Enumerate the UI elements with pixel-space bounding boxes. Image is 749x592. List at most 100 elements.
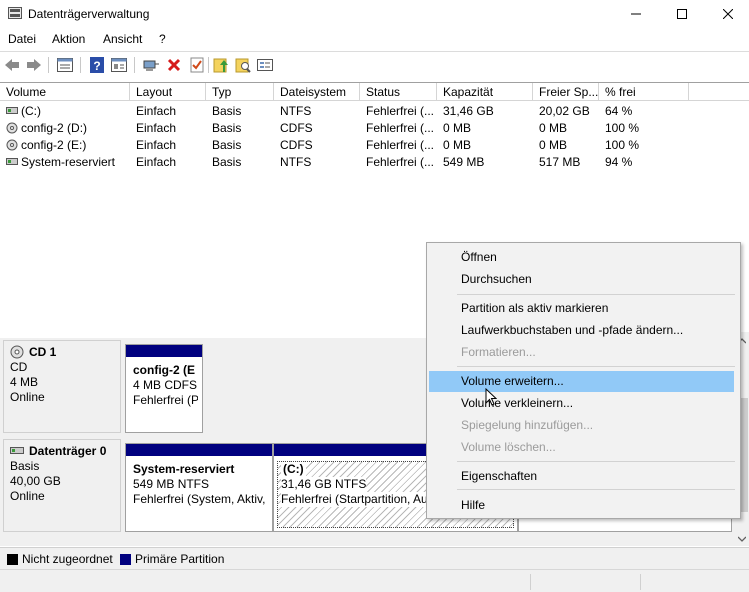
volume-type: Basis [212, 121, 242, 135]
properties-button[interactable] [110, 56, 128, 74]
cd-drive-icon [6, 139, 18, 151]
menu-item-explore[interactable]: Durchsuchen [429, 269, 734, 290]
column-header-free-space[interactable]: Freier Sp... [533, 83, 599, 101]
forward-button[interactable] [25, 56, 43, 74]
partition-detail: 4 MB CDFS [133, 378, 198, 392]
volume-status: Fehlerfrei (... [366, 121, 435, 135]
column-header-type[interactable]: Typ [206, 83, 274, 101]
volume-layout: Einfach [136, 155, 177, 169]
mouse-cursor-icon [485, 388, 497, 406]
delete-button[interactable] [165, 56, 183, 74]
menu-bar: Datei Aktion Ansicht ? [0, 30, 749, 50]
volume-percent-free: 94 % [605, 155, 633, 169]
menu-item-open[interactable]: Öffnen [429, 247, 734, 268]
volume-name: config-2 (D:) [21, 121, 88, 135]
menu-item-change-drive-letter[interactable]: Laufwerkbuchstaben und -pfade ändern... [429, 320, 734, 341]
list-view-button[interactable] [56, 56, 74, 74]
disk-state: Online [10, 390, 45, 404]
volume-name: (C:) [21, 104, 41, 118]
table-row[interactable]: config-2 (E:) Einfach Basis CDFS Fehlerf… [0, 137, 749, 154]
settings-button[interactable] [256, 56, 274, 74]
menu-help[interactable]: ? [159, 32, 166, 46]
table-row[interactable]: System-reserviert Einfach Basis NTFS Feh… [0, 154, 749, 171]
toolbar-separator [48, 57, 49, 73]
column-header-volume[interactable]: Volume [0, 83, 130, 101]
legend-bar: Nicht zugeordnet Primäre Partition [0, 547, 749, 570]
menu-item-properties[interactable]: Eigenschaften [429, 466, 734, 487]
volume-layout: Einfach [136, 138, 177, 152]
partition-system-reserved[interactable]: System-reserviert 549 MB NTFS Fehlerfrei… [125, 443, 273, 532]
column-header-percent-free[interactable]: % frei [599, 83, 689, 101]
disk-type: Basis [10, 459, 40, 473]
column-header-capacity[interactable]: Kapazität [437, 83, 533, 101]
partition-status: Fehlerfrei (System, Aktiv, [133, 492, 266, 506]
volume-type: Basis [212, 104, 242, 118]
menu-datei[interactable]: Datei [8, 32, 36, 46]
close-icon [723, 9, 733, 19]
menu-item-format: Formatieren... [461, 345, 536, 359]
volume-free-space: 0 MB [539, 138, 568, 152]
partition-config2-e[interactable]: config-2 (E 4 MB CDFS Fehlerfrei (P [125, 344, 203, 433]
volume-free-space: 20,02 GB [539, 104, 590, 118]
list-view-icon [57, 58, 73, 72]
partition-status: Fehlerfrei (P [133, 393, 199, 407]
volume-capacity: 0 MB [443, 138, 472, 152]
volume-layout: Einfach [136, 104, 177, 118]
maximize-button[interactable] [659, 0, 705, 28]
minimize-icon [631, 13, 641, 15]
toolbar-separator [134, 57, 135, 73]
minimize-button[interactable] [613, 0, 659, 28]
table-row[interactable]: config-2 (D:) Einfach Basis CDFS Fehlerf… [0, 120, 749, 137]
disk-title: Datenträger 0 [10, 444, 120, 459]
volume-percent-free: 100 % [605, 121, 640, 135]
menu-item-shrink-volume[interactable]: Volume verkleinern... [429, 393, 734, 414]
help-button[interactable]: ? [88, 56, 106, 74]
hard-disk-icon [10, 447, 24, 454]
back-button[interactable] [3, 56, 21, 74]
volume-layout: Einfach [136, 121, 177, 135]
menu-item-extend-volume[interactable]: Volume erweitern... [429, 371, 734, 392]
volume-filesystem: CDFS [280, 138, 313, 152]
menu-separator [457, 366, 735, 367]
close-button[interactable] [705, 0, 749, 28]
back-icon [5, 59, 19, 71]
menu-ansicht[interactable]: Ansicht [103, 32, 142, 46]
check-icon [190, 57, 204, 73]
check-button[interactable] [188, 56, 206, 74]
disk-size: 4 MB [10, 375, 39, 389]
partition-detail: 549 MB NTFS [133, 477, 210, 491]
disk-info-cd1[interactable]: CD 1 CD 4 MB Online [3, 340, 121, 433]
disk-name: Datenträger 0 [29, 444, 107, 458]
disk-info-disk0[interactable]: Datenträger 0 Basis 40,00 GB Online [3, 439, 121, 532]
column-header-filesystem[interactable]: Dateisystem [274, 83, 360, 101]
partition-status: Fehlerfrei (Startpartition, Au [281, 492, 428, 507]
up-button[interactable] [212, 56, 230, 74]
primary-partition-bar [126, 444, 272, 456]
delete-icon [167, 58, 181, 72]
partition-name: config-2 (E [133, 363, 195, 377]
context-menu: Öffnen Durchsuchen Partition als aktiv m… [426, 242, 741, 519]
status-divider [530, 574, 531, 590]
scroll-down-icon[interactable] [738, 536, 746, 542]
maximize-icon [677, 9, 687, 19]
volume-type: Basis [212, 138, 242, 152]
search-button[interactable] [234, 56, 252, 74]
disk-size: 40,00 GB [10, 474, 61, 488]
primary-partition-bar [126, 345, 202, 357]
table-row[interactable]: (C:) Einfach Basis NTFS Fehlerfrei (... … [0, 103, 749, 120]
column-header-layout[interactable]: Layout [130, 83, 206, 101]
menu-aktion[interactable]: Aktion [52, 32, 85, 46]
status-bar [0, 569, 749, 592]
connect-icon [143, 60, 159, 71]
legend-primary-partition: Primäre Partition [135, 552, 225, 566]
volume-name: System-reserviert [21, 155, 116, 169]
menu-item-mark-active[interactable]: Partition als aktiv markieren [429, 298, 734, 319]
menu-item-help[interactable]: Hilfe [429, 495, 734, 516]
volume-capacity: 0 MB [443, 121, 472, 135]
menu-separator [457, 489, 735, 490]
disk-name: CD 1 [29, 345, 57, 359]
column-header-status[interactable]: Status [360, 83, 437, 101]
connect-button[interactable] [142, 56, 160, 74]
primary-partition-swatch [120, 554, 131, 565]
volume-capacity: 31,46 GB [443, 104, 494, 118]
